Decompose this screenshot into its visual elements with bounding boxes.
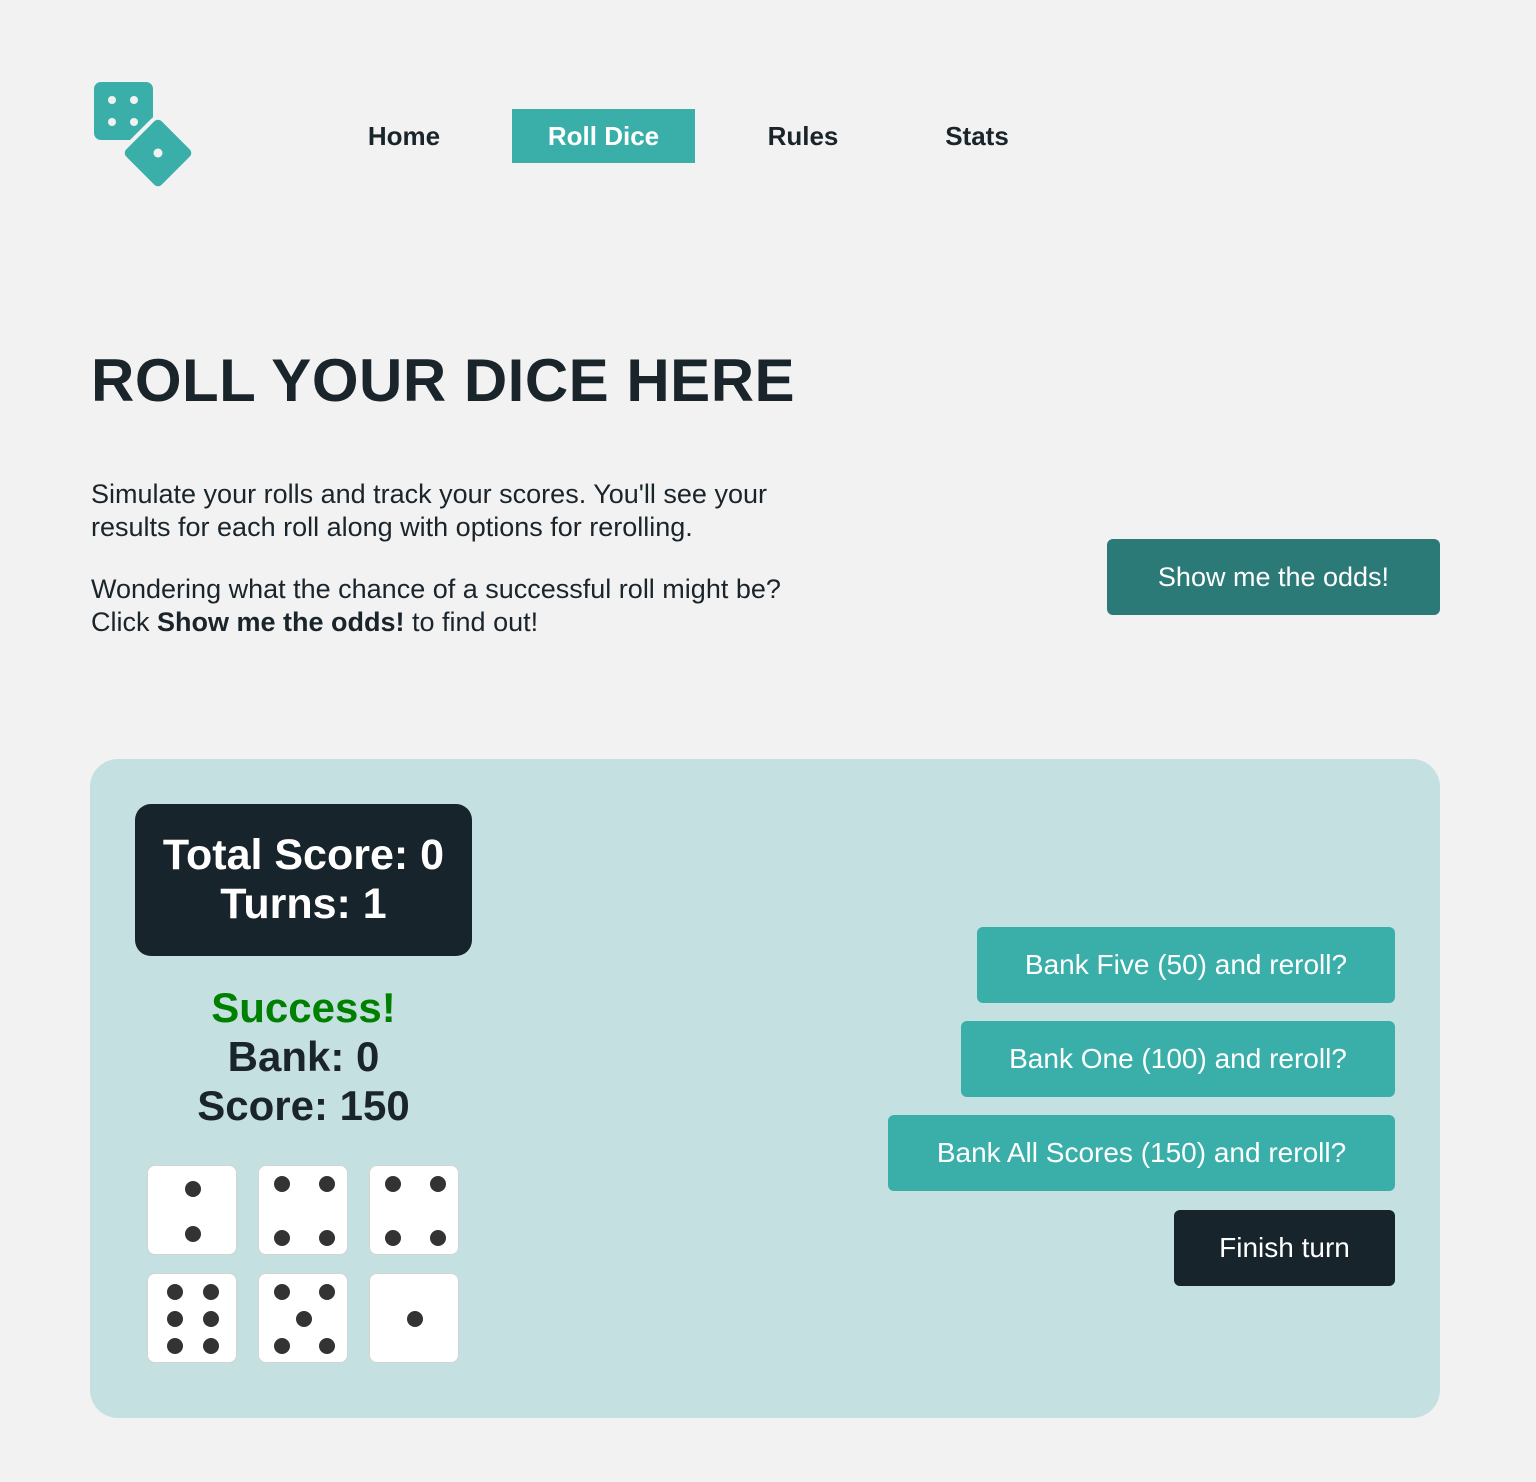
dice-grid <box>147 1165 459 1365</box>
intro-text: Simulate your rolls and track your score… <box>91 478 811 639</box>
nav-stats[interactable]: Stats <box>906 109 1048 163</box>
die-pip <box>384 1176 401 1192</box>
score-summary: Total Score: 0 Turns: 1 <box>135 804 472 956</box>
die-pip <box>273 1230 290 1246</box>
result-status: Success! <box>211 984 396 1031</box>
die-pip <box>273 1284 290 1300</box>
bank-one-button[interactable]: Bank One (100) and reroll? <box>961 1021 1395 1097</box>
bank-five-button[interactable]: Bank Five (50) and reroll? <box>977 927 1395 1003</box>
roll-result: Success! Bank: 0 Score: 150 <box>135 983 472 1130</box>
page-title: ROLL YOUR DICE HERE <box>91 347 796 414</box>
bank-value: Bank: 0 <box>227 1033 380 1080</box>
intro-odds-emphasis: Show me the odds! <box>157 607 405 637</box>
die-2[interactable] <box>258 1165 348 1255</box>
die-3[interactable] <box>369 1165 459 1255</box>
die-pip <box>429 1230 446 1246</box>
page: Home Roll Dice Rules Stats ROLL YOUR DIC… <box>0 0 1536 1482</box>
show-odds-button[interactable]: Show me the odds! <box>1107 539 1440 615</box>
die-pip <box>185 1225 201 1242</box>
die-pip <box>167 1284 183 1300</box>
die-pip <box>318 1338 335 1354</box>
die-pip <box>318 1284 335 1300</box>
finish-turn-button[interactable]: Finish turn <box>1174 1210 1395 1286</box>
die-pip <box>167 1311 183 1327</box>
nav-rules[interactable]: Rules <box>732 109 874 163</box>
die-6[interactable] <box>369 1273 459 1363</box>
intro-paragraph-2: Wondering what the chance of a successfu… <box>91 573 811 639</box>
die-pip <box>273 1176 290 1192</box>
die-pip <box>407 1311 423 1327</box>
die-4[interactable] <box>147 1273 237 1363</box>
die-pip <box>185 1180 201 1197</box>
total-score: Total Score: 0 <box>162 831 445 879</box>
bank-all-button[interactable]: Bank All Scores (150) and reroll? <box>888 1115 1395 1191</box>
intro-text-after: to find out! <box>404 607 539 637</box>
intro-paragraph-1: Simulate your rolls and track your score… <box>91 479 767 542</box>
die-5[interactable] <box>258 1273 348 1363</box>
die-pip <box>318 1176 335 1192</box>
die-pip <box>384 1230 401 1246</box>
die-pip <box>203 1284 219 1300</box>
die-pip <box>167 1338 183 1354</box>
die-pip <box>203 1311 219 1327</box>
die-pip <box>203 1338 219 1354</box>
die-pip <box>429 1176 446 1192</box>
game-panel: Total Score: 0 Turns: 1 Success! Bank: 0… <box>90 759 1440 1418</box>
die-1[interactable] <box>147 1165 237 1255</box>
main-nav: Home Roll Dice Rules Stats <box>0 109 1536 163</box>
nav-roll-dice[interactable]: Roll Dice <box>512 109 695 163</box>
roll-score: Score: 150 <box>197 1082 410 1129</box>
die-pip <box>273 1338 290 1354</box>
die-pip <box>296 1311 312 1327</box>
nav-home[interactable]: Home <box>333 109 475 163</box>
turns-count: Turns: 1 <box>220 880 387 928</box>
die-pip <box>318 1230 335 1246</box>
